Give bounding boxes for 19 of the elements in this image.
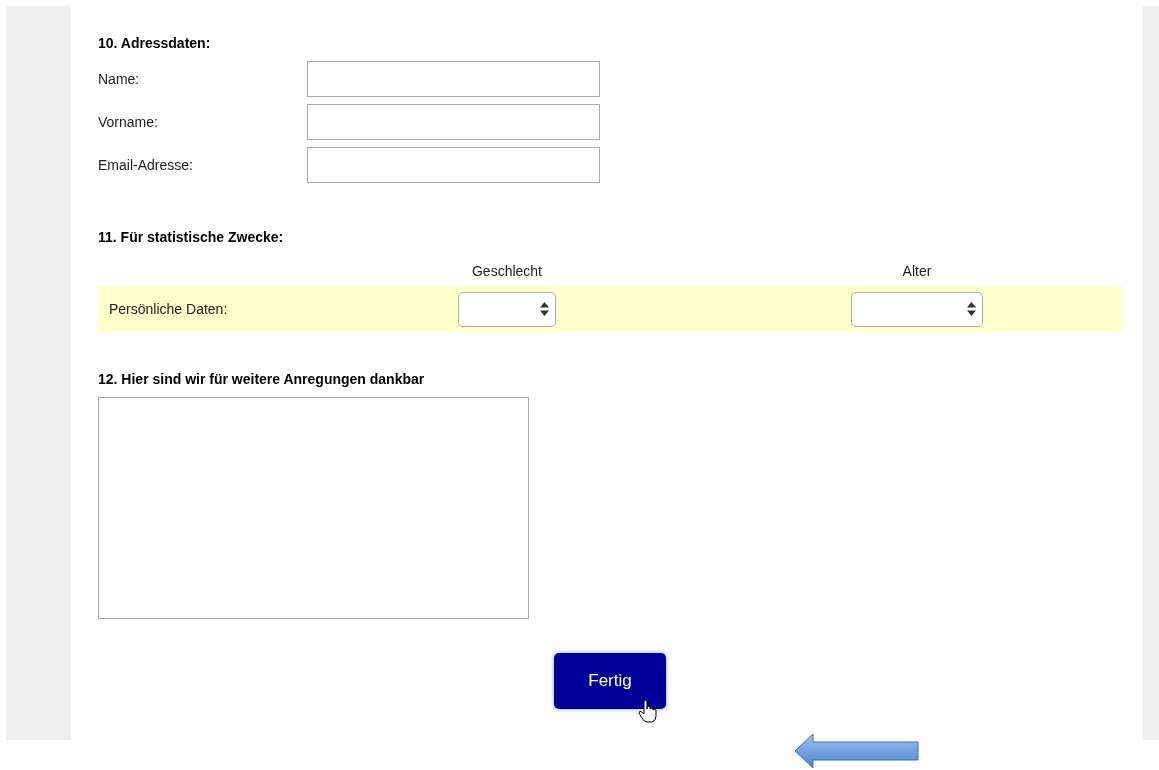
select-dropdown[interactable] — [458, 291, 556, 327]
section-heading: 11. Für statistische Zwecke: — [98, 229, 285, 245]
spinner-arrows-icon — [967, 302, 976, 316]
input-field[interactable] — [307, 104, 600, 140]
select-dropdown[interactable] — [851, 291, 983, 327]
row-label: Persönliche Daten: — [108, 301, 229, 317]
field-label: Vorname: — [98, 114, 159, 130]
section-heading: 12. Hier sind wir für weitere Anregungen dankbar — [98, 371, 426, 387]
submit-button[interactable]: Fertig — [554, 653, 666, 709]
field-label: Email-Adresse: — [98, 157, 194, 173]
column-header: Alter — [901, 263, 933, 279]
spinner-arrows-icon — [540, 302, 549, 316]
input-field[interactable] — [307, 147, 600, 183]
section-heading: 10. Adressdaten: — [98, 35, 212, 51]
hand-cursor-icon — [638, 699, 658, 723]
input-field[interactable] — [307, 61, 600, 97]
left-arrow-icon — [794, 733, 920, 769]
column-header: Geschlecht — [470, 263, 543, 279]
field-label: Name: — [98, 71, 141, 87]
